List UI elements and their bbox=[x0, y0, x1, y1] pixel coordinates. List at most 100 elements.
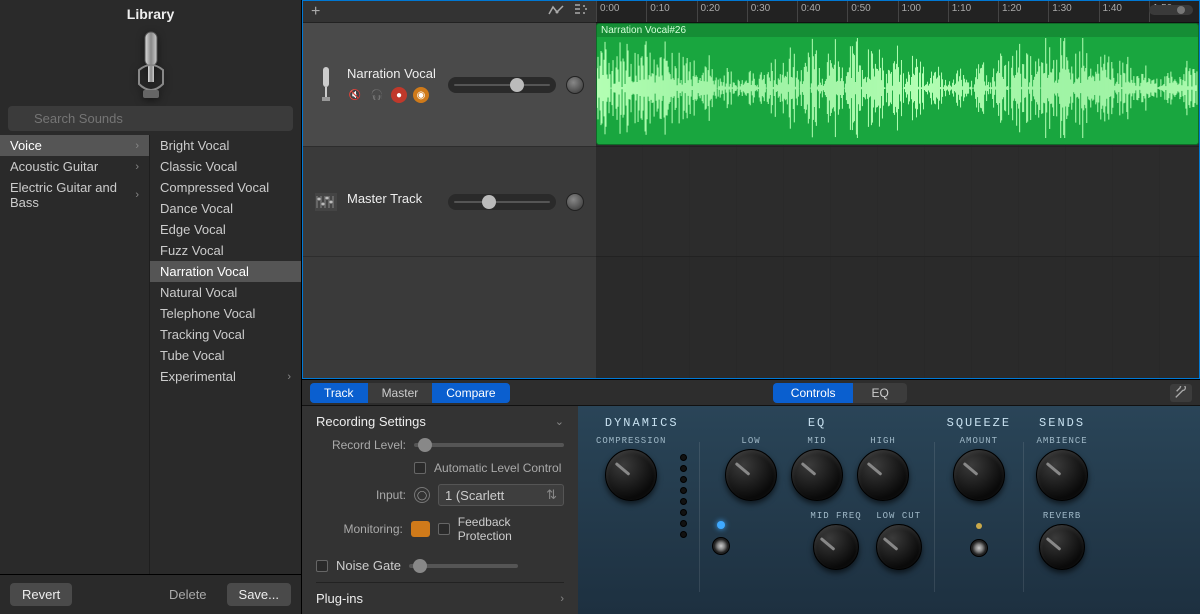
auto-level-checkbox[interactable] bbox=[414, 462, 426, 474]
delete-button[interactable]: Delete bbox=[157, 583, 219, 606]
rack-section-squeeze: SQUEEZEAMOUNT bbox=[947, 416, 1011, 600]
revert-button[interactable]: Revert bbox=[10, 583, 72, 606]
preset-item[interactable]: Fuzz Vocal bbox=[150, 240, 301, 261]
knob-mid[interactable] bbox=[791, 449, 843, 501]
recording-settings-panel: Recording Settings ⌄ Record Level: Autom… bbox=[302, 406, 578, 614]
preset-item[interactable]: Edge Vocal bbox=[150, 219, 301, 240]
timeline[interactable]: 0:000:100:200:300:400:501:001:101:201:30… bbox=[596, 0, 1200, 379]
tab-track[interactable]: Track bbox=[310, 383, 368, 403]
ruler-tick: 0:30 bbox=[747, 1, 797, 22]
record-enable-icon[interactable]: ● bbox=[391, 87, 407, 103]
ruler-tick: 0:10 bbox=[646, 1, 696, 22]
ruler-tick: 1:10 bbox=[948, 1, 998, 22]
select-arrows-icon: ⇅ bbox=[546, 487, 557, 503]
jack-port[interactable] bbox=[970, 539, 988, 557]
tab-master[interactable]: Master bbox=[368, 383, 433, 403]
input-monitor-icon[interactable]: ◉ bbox=[413, 87, 429, 103]
preset-item[interactable]: Classic Vocal bbox=[150, 156, 301, 177]
category-item[interactable]: Voice› bbox=[0, 135, 149, 156]
automation-icon[interactable] bbox=[548, 4, 564, 19]
knob-low-cut[interactable] bbox=[876, 524, 922, 570]
volume-slider[interactable] bbox=[448, 194, 556, 210]
region-name: Narration Vocal#26 bbox=[597, 24, 1198, 37]
track-lane-2[interactable] bbox=[596, 147, 1199, 257]
track-filter-icon[interactable] bbox=[574, 4, 588, 19]
ruler-tick: 1:40 bbox=[1099, 1, 1149, 22]
rack-section-eq: EQLOWMIDHIGHMID FREQLOW CUT bbox=[712, 416, 921, 600]
tab-controls[interactable]: Controls bbox=[773, 383, 854, 403]
preset-item[interactable]: Natural Vocal bbox=[150, 282, 301, 303]
horizontal-zoom-scrollbar[interactable] bbox=[1149, 5, 1193, 15]
library-title: Library bbox=[0, 0, 301, 26]
empty-arrangement[interactable] bbox=[596, 257, 1199, 378]
ruler-tick: 1:20 bbox=[998, 1, 1048, 22]
ruler-tick: 0:50 bbox=[847, 1, 897, 22]
track-header[interactable]: Narration Vocal 🔇 🎧 ● ◉ bbox=[303, 23, 596, 147]
editor-tabbar: TrackMasterCompare ControlsEQ bbox=[302, 380, 1200, 406]
preset-item[interactable]: Tracking Vocal bbox=[150, 324, 301, 345]
category-item[interactable]: Acoustic Guitar› bbox=[0, 156, 149, 177]
plugins-header[interactable]: Plug-ins › bbox=[316, 582, 564, 606]
tab-eq[interactable]: EQ bbox=[853, 383, 906, 403]
rack-section-dynamics: DYNAMICSCOMPRESSION bbox=[596, 416, 687, 600]
preset-item[interactable]: Experimental› bbox=[150, 366, 301, 387]
track-name: Master Track bbox=[347, 191, 438, 206]
preset-item[interactable]: Compressed Vocal bbox=[150, 177, 301, 198]
noise-gate-checkbox[interactable] bbox=[316, 560, 328, 572]
record-level-slider[interactable] bbox=[414, 443, 564, 447]
track-header[interactable]: Master Track bbox=[303, 147, 596, 257]
jack-port[interactable] bbox=[712, 537, 730, 555]
track-lane-1[interactable]: Narration Vocal#26 bbox=[596, 23, 1199, 147]
meter-leds bbox=[680, 454, 687, 538]
save-button[interactable]: Save... bbox=[227, 583, 291, 606]
preset-artwork bbox=[0, 26, 301, 106]
category-item[interactable]: Electric Guitar and Bass› bbox=[0, 177, 149, 213]
feedback-checkbox[interactable] bbox=[438, 523, 450, 535]
mute-icon[interactable]: 🔇 bbox=[347, 87, 363, 103]
feedback-label: Feedback Protection bbox=[458, 515, 564, 543]
input-label: Input: bbox=[316, 488, 406, 502]
monitoring-label: Monitoring: bbox=[316, 522, 403, 536]
library-panel: Library Voice›Acoustic Guitar›Electric G… bbox=[0, 0, 302, 614]
add-track-button[interactable]: + bbox=[311, 3, 320, 21]
noise-gate-label: Noise Gate bbox=[336, 558, 401, 573]
ruler-tick: 0:00 bbox=[596, 1, 646, 22]
preset-item[interactable]: Bright Vocal bbox=[150, 135, 301, 156]
tab-compare[interactable]: Compare bbox=[432, 383, 509, 403]
pan-knob[interactable] bbox=[566, 193, 584, 211]
preset-item[interactable]: Dance Vocal bbox=[150, 198, 301, 219]
preset-item[interactable]: Tube Vocal bbox=[150, 345, 301, 366]
auto-level-label: Automatic Level Control bbox=[434, 461, 561, 475]
search-input[interactable] bbox=[8, 106, 293, 131]
ruler-tick: 1:30 bbox=[1048, 1, 1098, 22]
knob-mid-freq[interactable] bbox=[813, 524, 859, 570]
knob-amount[interactable] bbox=[953, 449, 1005, 501]
pan-knob[interactable] bbox=[566, 76, 584, 94]
ruler-tick: 0:20 bbox=[697, 1, 747, 22]
track-icon bbox=[315, 179, 337, 225]
knob-low[interactable] bbox=[725, 449, 777, 501]
record-level-label: Record Level: bbox=[316, 438, 406, 452]
monitoring-toggle[interactable] bbox=[411, 521, 430, 537]
chevron-down-icon: ⌄ bbox=[555, 415, 564, 428]
ruler-tick: 0:40 bbox=[797, 1, 847, 22]
knob-reverb[interactable] bbox=[1039, 524, 1085, 570]
knob-compression[interactable] bbox=[605, 449, 657, 501]
knob-ambience[interactable] bbox=[1036, 449, 1088, 501]
track-name: Narration Vocal bbox=[347, 66, 438, 81]
recording-settings-header[interactable]: Recording Settings ⌄ bbox=[316, 414, 564, 429]
channel-strip-rack: DYNAMICSCOMPRESSION EQLOWMIDHIGHMID FREQL… bbox=[578, 406, 1200, 614]
volume-slider[interactable] bbox=[448, 77, 556, 93]
noise-gate-slider[interactable] bbox=[409, 564, 517, 568]
power-lamp bbox=[717, 521, 725, 529]
audio-region[interactable]: Narration Vocal#26 bbox=[596, 23, 1199, 145]
headphone-icon[interactable]: 🎧 bbox=[369, 87, 385, 103]
time-ruler[interactable]: 0:000:100:200:300:400:501:001:101:201:30… bbox=[596, 1, 1199, 23]
settings-icon[interactable] bbox=[1170, 384, 1192, 402]
input-mono-icon[interactable]: ◯ bbox=[414, 487, 430, 503]
knob-high[interactable] bbox=[857, 449, 909, 501]
preset-item[interactable]: Narration Vocal bbox=[150, 261, 301, 282]
track-icon bbox=[315, 62, 337, 108]
input-select[interactable]: 1 (Scarlett ⇅ bbox=[438, 484, 564, 506]
preset-item[interactable]: Telephone Vocal bbox=[150, 303, 301, 324]
